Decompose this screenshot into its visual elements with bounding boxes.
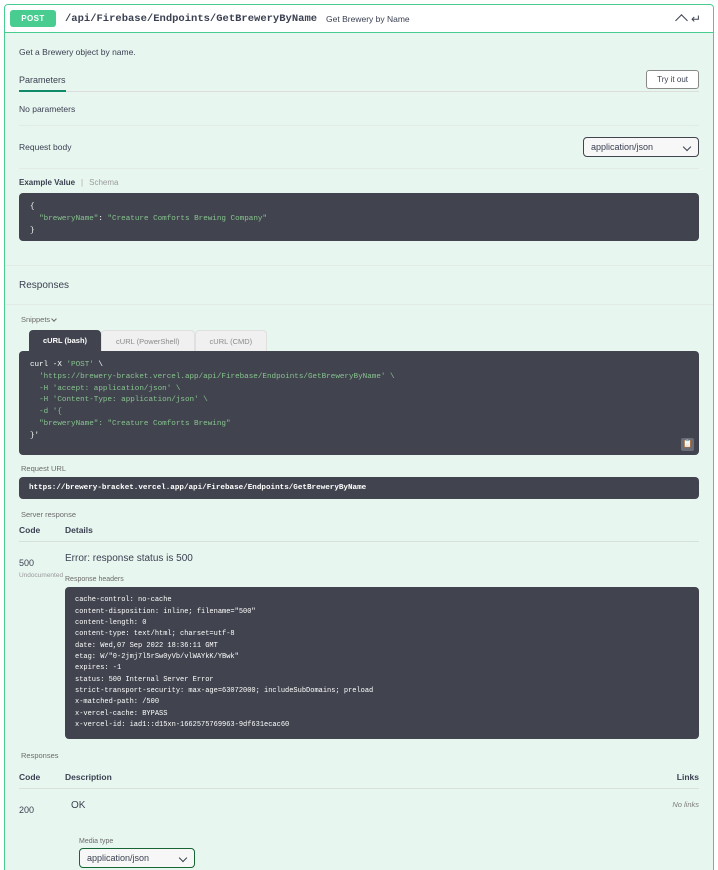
curl-accept-header: -H 'accept: application/json' \ — [30, 384, 181, 393]
curl-method: 'POST' — [66, 361, 94, 369]
response-headers-block: cache-control: no-cache content-disposit… — [65, 587, 699, 740]
documented-responses-head: Code Description Links — [19, 772, 699, 790]
server-response-table-head: Code Details — [19, 525, 699, 543]
request-media-type-wrap: application/json — [583, 137, 699, 157]
curl-data-close: }' — [30, 431, 40, 440]
chevron-down-icon[interactable] — [51, 316, 58, 322]
parameters-section: Parameters Try it out No parameters Requ… — [5, 69, 713, 241]
swagger-ui-root: POST /api/Firebase/Endpoints/GetBreweryB… — [0, 0, 718, 870]
operation-path: /api/Firebase/Endpoints/GetBreweryByName — [65, 12, 318, 25]
server-response-error-message: Error: response status is 500 — [65, 553, 193, 565]
server-response-code: 500 — [19, 558, 35, 569]
tab-parameters[interactable]: Parameters — [19, 69, 66, 92]
header-line: content-type: text/html; charset=utf-8 — [75, 630, 235, 639]
operation-body: Get a Brewery object by name. Parameters… — [5, 33, 713, 870]
json-colon: : — [98, 214, 108, 223]
server-response-label: Server response — [21, 510, 77, 520]
snippet-tab-curl-bash[interactable]: cURL (bash) — [29, 330, 102, 351]
header-line: content-length: 0 — [75, 619, 147, 628]
documented-response-code: 200 — [19, 805, 35, 816]
json-key-breweryname: "breweryName" — [39, 214, 99, 223]
chevron-up-icon[interactable] — [675, 14, 688, 27]
response-media-type-wrap: application/json — [79, 848, 195, 869]
request-media-type-select[interactable]: application/json — [583, 137, 699, 157]
server-response-row: 500 Undocumented Error: response status … — [19, 542, 699, 740]
header-line: cache-control: no-cache — [75, 596, 172, 605]
snippets-text: Snippets — [21, 315, 51, 324]
curl-code-block: curl -X 'POST' \ 'https://brewery-bracke… — [19, 351, 699, 456]
col-header-description: Description — [65, 772, 112, 783]
operation-block: POST /api/Firebase/Endpoints/GetBreweryB… — [4, 4, 714, 870]
curl-flag-x: -X — [48, 361, 67, 369]
snippet-tab-curl-cmd[interactable]: cURL (CMD) — [194, 330, 268, 351]
curl-content-type-header: -H 'Content-Type: application/json' \ — [30, 396, 208, 405]
parameters-head: Parameters Try it out — [19, 69, 699, 92]
documented-response-code-cell: 200 — [19, 800, 65, 818]
no-parameters-text: No parameters — [19, 92, 699, 126]
tab-example-value[interactable]: Example Value — [19, 178, 75, 187]
snippets-label: Snippets — [5, 305, 713, 330]
documented-response-description: OK — [71, 800, 86, 812]
col-header-code-2: Code — [19, 772, 41, 783]
header-line: strict-transport-security: max-age=63072… — [75, 686, 374, 695]
http-method-badge: POST — [10, 10, 56, 27]
request-url-label: Request URL — [21, 464, 67, 474]
header-line: content-disposition: inline; filename="5… — [75, 607, 256, 616]
json-close-brace: } — [30, 226, 35, 235]
response-media-type-select[interactable]: application/json — [79, 848, 195, 869]
request-example-code-block: { "breweryName": "Creature Comforts Brew… — [19, 193, 699, 241]
clipboard-copy-icon[interactable]: 📋 — [681, 438, 694, 452]
server-response-undocumented: Undocumented — [19, 572, 64, 580]
request-example-tabs: Example Value | Schema — [19, 169, 699, 193]
header-line: x-vercel-id: iad1::d15xn-1662575769963-9… — [75, 720, 290, 729]
server-response-table: Code Details 500 Undocumented Error: res… — [5, 525, 713, 740]
curl-data-body: "breweryName": "Creature Comforts Brewin… — [30, 419, 231, 428]
operation-summary-text: Get Brewery by Name — [326, 13, 410, 24]
server-response-code-cell: 500 Undocumented — [19, 553, 65, 739]
col-header-details: Details — [65, 525, 93, 536]
operation-description: Get a Brewery object by name. — [19, 47, 136, 57]
col-header-links: Links — [676, 772, 699, 783]
header-line: x-vercel-cache: BYPASS — [75, 709, 168, 718]
documented-responses-table: Code Description Links 200 OK No links M… — [5, 772, 713, 870]
json-value-breweryname: "Creature Comforts Brewing Company" — [107, 214, 268, 223]
snippet-tab-curl-powershell[interactable]: cURL (PowerShell) — [101, 330, 195, 351]
curl-command: curl — [30, 361, 49, 369]
snippet-tabs: cURL (bash) cURL (PowerShell) cURL (CMD) — [5, 330, 713, 351]
header-line: x-matched-path: /500 — [75, 698, 160, 707]
responses-section-title: Responses — [5, 265, 713, 305]
server-response-details-cell: Error: response status is 500 Response h… — [65, 553, 699, 740]
curl-wrap: curl -X 'POST' \ 'https://brewery-bracke… — [5, 351, 713, 456]
header-line: status: 500 Internal Server Error — [75, 675, 214, 684]
enter-arrow-icon[interactable]: ↵ — [691, 13, 701, 25]
response-headers-label: Response headers — [65, 576, 124, 584]
media-type-label: Media type — [79, 838, 114, 846]
curl-line1-cont: \ — [93, 361, 103, 369]
tab-schema[interactable]: Schema — [89, 178, 118, 187]
operation-summary-header[interactable]: POST /api/Firebase/Endpoints/GetBreweryB… — [5, 5, 713, 33]
request-body-row: Request body application/json — [19, 126, 699, 169]
documented-responses-label: Responses — [21, 751, 59, 761]
request-body-label: Request body — [19, 142, 72, 152]
json-open-brace: { — [30, 203, 35, 211]
curl-url-line: 'https://brewery-bracket.vercel.app/api/… — [30, 372, 395, 381]
documented-response-row: 200 OK No links — [19, 789, 699, 818]
request-url-value: https://brewery-bracket.vercel.app/api/F… — [19, 477, 699, 500]
header-icons: ↵ — [675, 13, 705, 27]
header-line: date: Wed,07 Sep 2022 18:36:11 GMT — [75, 641, 218, 650]
documented-response-links: No links — [672, 800, 699, 810]
documented-response-description-cell: OK — [65, 800, 655, 818]
header-line: expires: -1 — [75, 664, 122, 673]
curl-data-open: -d '{ — [30, 408, 62, 417]
col-header-code: Code — [19, 525, 41, 536]
header-line: etag: W/"0-2jmj7l5rSw0yVb/vlWAYkK/YBwk" — [75, 653, 239, 661]
tab-divider: | — [81, 178, 84, 187]
response-body-area: Media type application/json Controls Acc… — [19, 838, 699, 870]
try-it-out-button[interactable]: Try it out — [646, 70, 699, 89]
